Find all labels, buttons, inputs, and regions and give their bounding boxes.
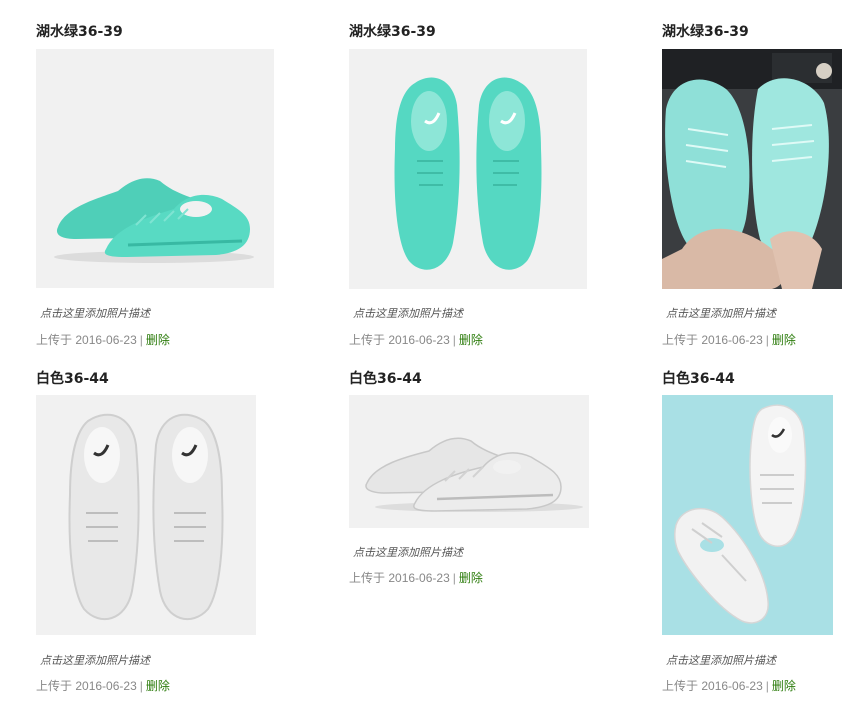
delete-link[interactable]: 删除 (146, 333, 170, 347)
delete-link[interactable]: 删除 (146, 679, 170, 693)
photo-description[interactable]: 点击这里添加照片描述 (666, 307, 776, 321)
upload-prefix: 上传于 (349, 333, 386, 347)
upload-date: 2016-06-23 (701, 679, 763, 693)
upload-date: 2016-06-23 (75, 333, 137, 347)
photo-description[interactable]: 点击这里添加照片描述 (353, 307, 463, 321)
photo-description[interactable]: 点击这里添加照片描述 (40, 307, 150, 321)
photo-image[interactable] (662, 49, 842, 289)
photo-title: 白色36-44 (36, 371, 109, 387)
photo-meta: 上传于 2016-06-23 | 删除 (36, 678, 170, 694)
photo-meta: 上传于 2016-06-23 | 删除 (349, 332, 483, 348)
upload-prefix: 上传于 (36, 679, 73, 693)
separator: | (765, 333, 769, 347)
upload-prefix: 上传于 (662, 333, 699, 347)
photo-meta: 上传于 2016-06-23 | 删除 (662, 332, 796, 348)
photo-description[interactable]: 点击这里添加照片描述 (666, 654, 776, 668)
upload-prefix: 上传于 (662, 679, 699, 693)
photo-title: 白色36-44 (349, 371, 422, 387)
delete-link[interactable]: 删除 (459, 571, 483, 585)
delete-link[interactable]: 删除 (772, 679, 796, 693)
separator: | (452, 333, 456, 347)
photo-image[interactable] (349, 49, 587, 289)
separator: | (765, 679, 769, 693)
upload-prefix: 上传于 (36, 333, 73, 347)
photo-description[interactable]: 点击这里添加照片描述 (40, 654, 150, 668)
photo-meta: 上传于 2016-06-23 | 删除 (349, 570, 483, 586)
photo-image[interactable] (36, 395, 256, 635)
upload-date: 2016-06-23 (75, 679, 137, 693)
photo-image[interactable] (349, 395, 589, 528)
delete-link[interactable]: 删除 (772, 333, 796, 347)
upload-date: 2016-06-23 (388, 333, 450, 347)
upload-date: 2016-06-23 (701, 333, 763, 347)
photo-title: 白色36-44 (662, 371, 735, 387)
photo-title: 湖水绿36-39 (36, 24, 123, 40)
delete-link[interactable]: 删除 (459, 333, 483, 347)
photo-image[interactable] (36, 49, 274, 288)
separator: | (139, 333, 143, 347)
upload-date: 2016-06-23 (388, 571, 450, 585)
photo-title: 湖水绿36-39 (349, 24, 436, 40)
separator: | (139, 679, 143, 693)
photo-title: 湖水绿36-39 (662, 24, 749, 40)
photo-meta: 上传于 2016-06-23 | 删除 (36, 332, 170, 348)
photo-description[interactable]: 点击这里添加照片描述 (353, 546, 463, 560)
separator: | (452, 571, 456, 585)
photo-meta: 上传于 2016-06-23 | 删除 (662, 678, 796, 694)
photo-image[interactable] (662, 395, 833, 635)
upload-prefix: 上传于 (349, 571, 386, 585)
